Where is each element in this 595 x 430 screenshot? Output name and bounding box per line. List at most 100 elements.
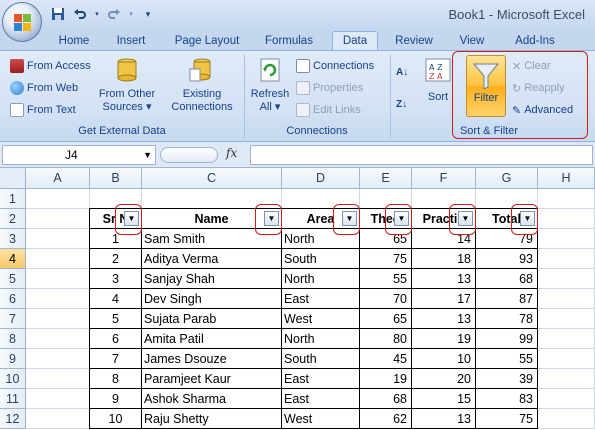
tab-page-layout[interactable]: Page Layout: [164, 32, 250, 50]
undo-dropdown-icon[interactable]: ▾: [94, 6, 100, 22]
tab-data[interactable]: Data: [332, 31, 378, 51]
column-header-g[interactable]: G: [476, 168, 538, 189]
table-cell[interactable]: Aditya Verma: [142, 249, 282, 269]
formula-input[interactable]: [250, 145, 593, 165]
edit-links-button[interactable]: Edit Links: [296, 101, 361, 119]
properties-button[interactable]: Properties: [296, 79, 363, 97]
table-cell[interactable]: Amita Patil: [142, 329, 282, 349]
column-header-h[interactable]: H: [538, 168, 595, 189]
grid-cell[interactable]: [26, 229, 90, 249]
table-cell[interactable]: 93: [476, 249, 538, 269]
formula-bar-expander[interactable]: [160, 147, 218, 163]
grid-cell[interactable]: [538, 349, 595, 369]
table-cell[interactable]: 80: [360, 329, 412, 349]
grid-cell[interactable]: [26, 269, 90, 289]
tab-review[interactable]: Review: [386, 32, 442, 50]
table-cell[interactable]: 10: [412, 349, 476, 369]
table-cell[interactable]: 65: [360, 309, 412, 329]
table-cell[interactable]: 68: [476, 269, 538, 289]
row-header[interactable]: 5: [0, 269, 26, 289]
redo-icon[interactable]: [106, 6, 122, 22]
grid-cell[interactable]: [538, 329, 595, 349]
worksheet-grid[interactable]: A B C D E F G H 1 2 Sr N Name Area Theo Practi…: [0, 168, 595, 430]
table-cell[interactable]: 39: [476, 369, 538, 389]
sort-z-a-button[interactable]: Z↓: [396, 95, 407, 113]
table-cell[interactable]: 2: [90, 249, 142, 269]
from-access-button[interactable]: From Access: [10, 57, 91, 75]
table-cell[interactable]: 83: [476, 389, 538, 409]
table-cell[interactable]: 55: [476, 349, 538, 369]
table-cell[interactable]: 55: [360, 269, 412, 289]
row-header[interactable]: 10: [0, 369, 26, 389]
column-header-b[interactable]: B: [90, 168, 142, 189]
table-cell[interactable]: East: [282, 289, 360, 309]
save-icon[interactable]: [50, 6, 66, 22]
row-header[interactable]: 6: [0, 289, 26, 309]
existing-connections-button[interactable]: Existing Connections: [166, 55, 238, 114]
table-cell[interactable]: Sujata Parab: [142, 309, 282, 329]
tab-formulas[interactable]: Formulas: [256, 32, 322, 50]
grid-cell[interactable]: [26, 289, 90, 309]
grid-cell[interactable]: [26, 249, 90, 269]
column-header-d[interactable]: D: [282, 168, 360, 189]
table-cell[interactable]: 70: [360, 289, 412, 309]
grid-cell[interactable]: [538, 389, 595, 409]
table-cell[interactable]: West: [282, 309, 360, 329]
connections-button[interactable]: Connections: [296, 57, 374, 75]
grid-cell[interactable]: [538, 269, 595, 289]
column-header-a[interactable]: A: [26, 168, 90, 189]
table-cell[interactable]: 18: [412, 249, 476, 269]
grid-cell[interactable]: [538, 229, 595, 249]
table-cell[interactable]: Dev Singh: [142, 289, 282, 309]
tab-add-ins[interactable]: Add-Ins: [504, 32, 566, 50]
grid-cell[interactable]: [538, 309, 595, 329]
table-cell[interactable]: 87: [476, 289, 538, 309]
row-header[interactable]: 2: [0, 209, 26, 229]
table-cell[interactable]: East: [282, 389, 360, 409]
table-cell[interactable]: 10: [90, 409, 142, 429]
table-cell[interactable]: 19: [412, 329, 476, 349]
grid-cell[interactable]: [26, 209, 90, 229]
table-cell[interactable]: Raju Shetty: [142, 409, 282, 429]
grid-cell[interactable]: [26, 409, 90, 429]
table-cell[interactable]: 45: [360, 349, 412, 369]
table-cell[interactable]: 99: [476, 329, 538, 349]
grid-cell[interactable]: [538, 289, 595, 309]
row-header[interactable]: 7: [0, 309, 26, 329]
table-cell[interactable]: East: [282, 369, 360, 389]
row-header[interactable]: 9: [0, 349, 26, 369]
row-header[interactable]: 1: [0, 189, 26, 209]
column-header-f[interactable]: F: [412, 168, 476, 189]
table-cell[interactable]: 15: [412, 389, 476, 409]
sort-button[interactable]: A ZZ A Sort: [420, 55, 456, 104]
table-cell[interactable]: 4: [90, 289, 142, 309]
office-button[interactable]: [2, 2, 42, 42]
from-other-sources-button[interactable]: From Other Sources ▾: [94, 55, 160, 114]
tab-insert[interactable]: Insert: [106, 32, 156, 50]
from-text-button[interactable]: From Text: [10, 101, 76, 119]
table-cell[interactable]: 8: [90, 369, 142, 389]
grid-cell[interactable]: [26, 389, 90, 409]
sort-a-z-button[interactable]: A↓: [396, 63, 408, 81]
table-cell[interactable]: 68: [360, 389, 412, 409]
table-cell[interactable]: South: [282, 349, 360, 369]
grid-cell[interactable]: [538, 209, 595, 229]
table-cell[interactable]: Paramjeet Kaur: [142, 369, 282, 389]
table-cell[interactable]: 13: [412, 409, 476, 429]
tab-view[interactable]: View: [450, 32, 494, 50]
tab-home[interactable]: Home: [50, 32, 98, 50]
table-cell[interactable]: 13: [412, 269, 476, 289]
customize-arrow-icon[interactable]: ▾: [140, 6, 156, 22]
table-cell[interactable]: 3: [90, 269, 142, 289]
table-cell[interactable]: North: [282, 329, 360, 349]
table-cell[interactable]: 17: [412, 289, 476, 309]
name-box-dropdown-icon[interactable]: ▼: [143, 146, 152, 164]
grid-cell[interactable]: [26, 329, 90, 349]
grid-cell[interactable]: [538, 249, 595, 269]
insert-function-icon[interactable]: fx: [226, 146, 237, 160]
table-cell[interactable]: 19: [360, 369, 412, 389]
grid-cell[interactable]: [538, 409, 595, 429]
redo-dropdown-icon[interactable]: ▾: [128, 6, 134, 22]
table-cell[interactable]: 7: [90, 349, 142, 369]
table-cell[interactable]: 75: [360, 249, 412, 269]
